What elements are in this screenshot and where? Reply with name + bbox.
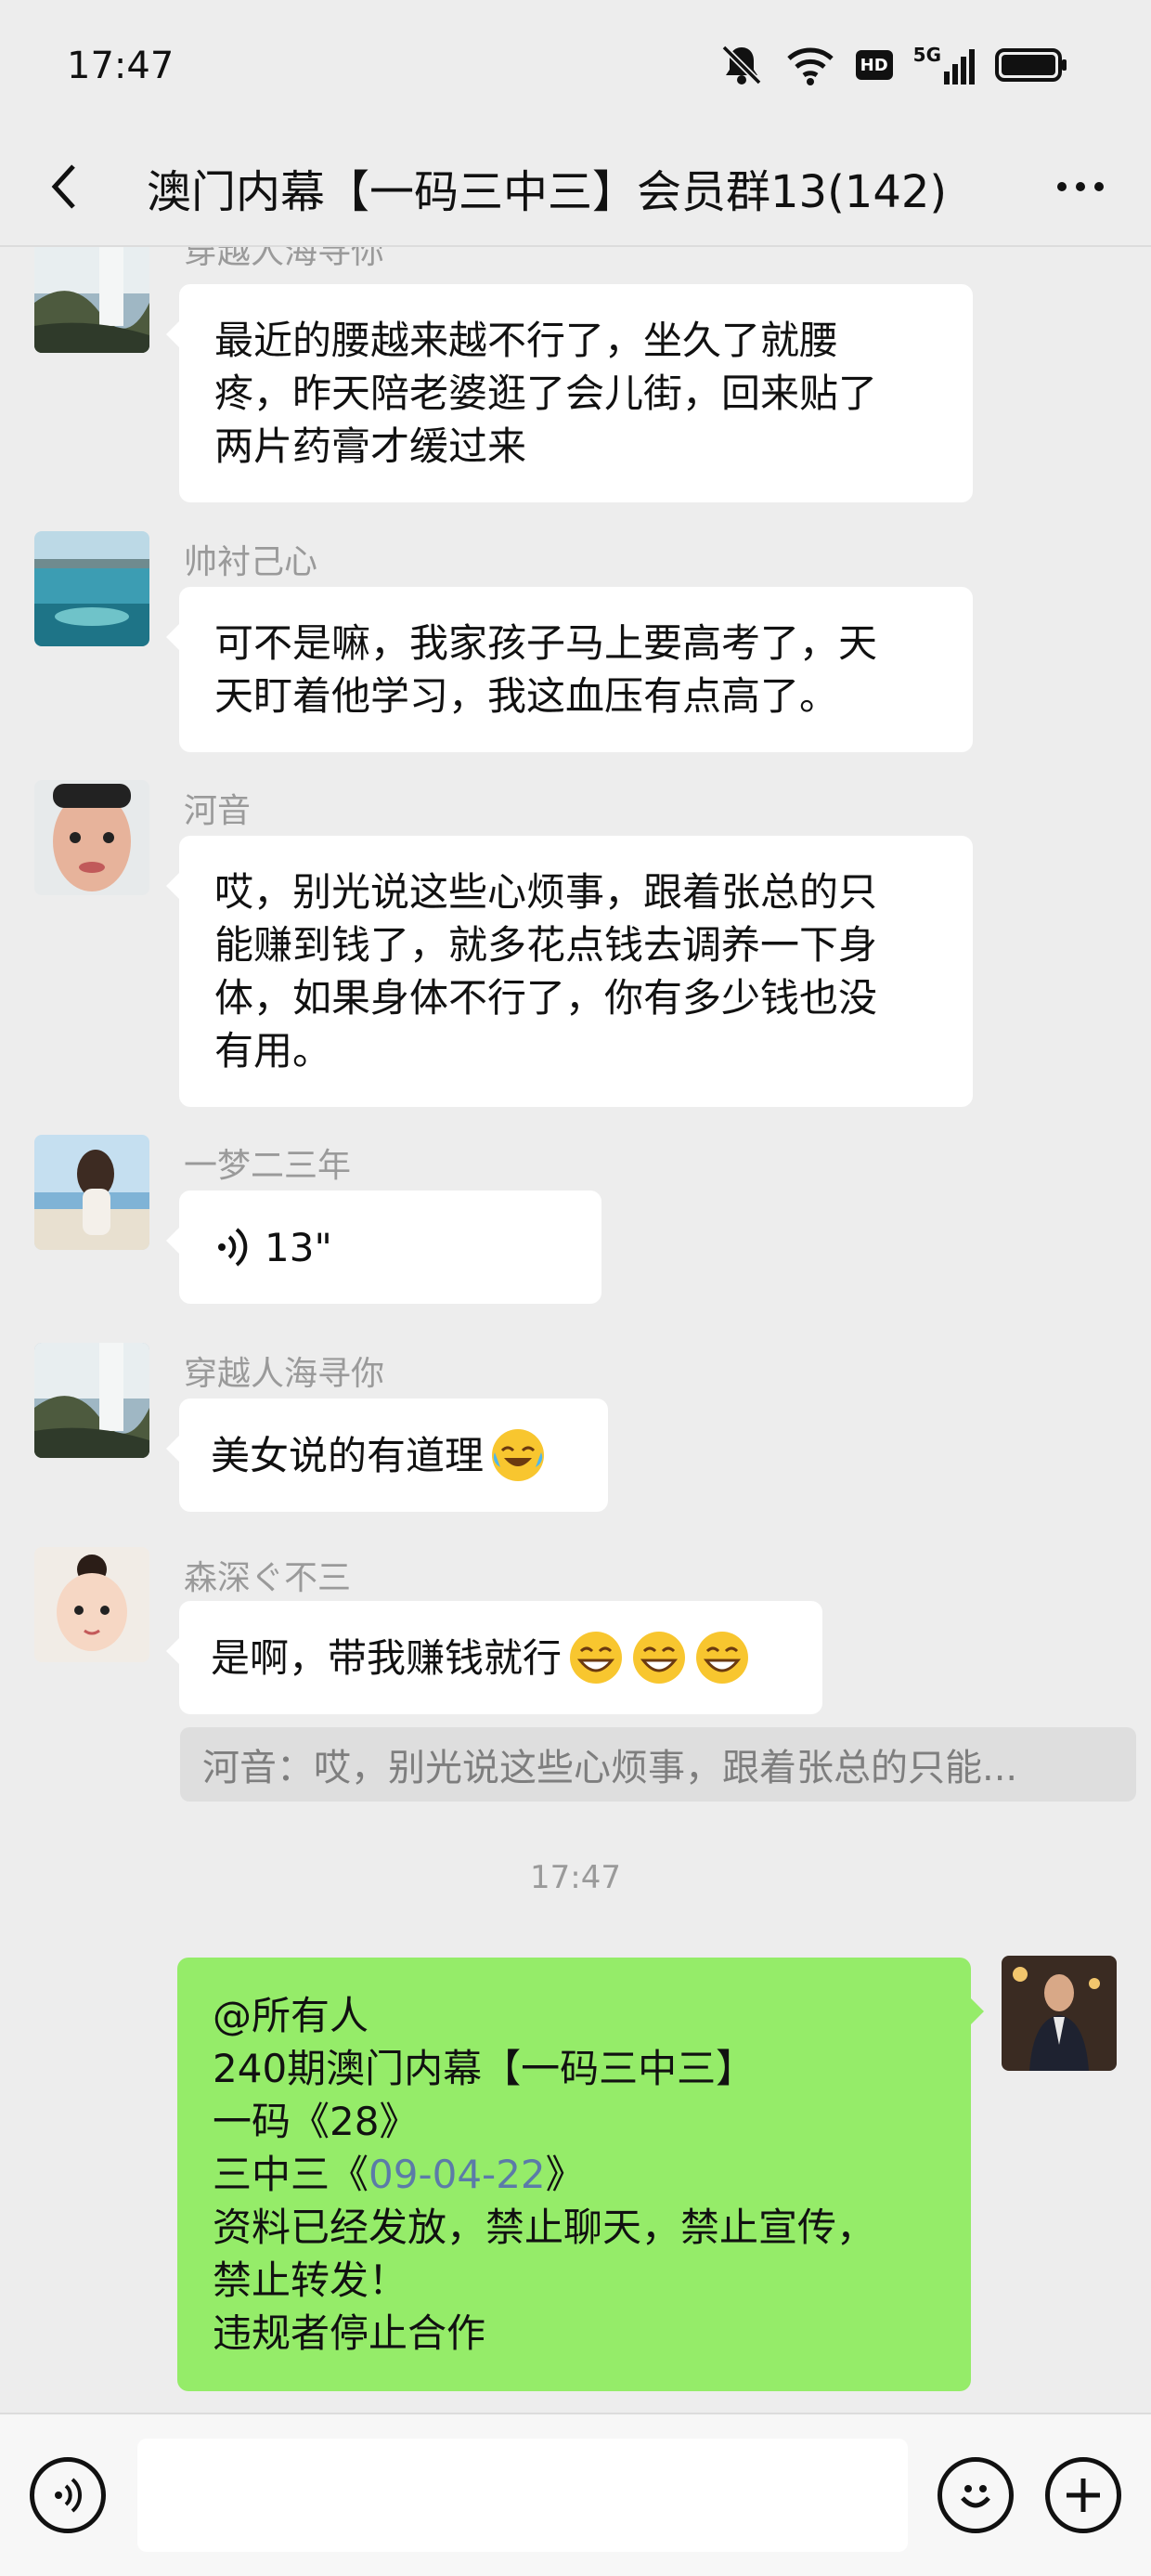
sender-name: 河音	[184, 792, 252, 830]
battery-icon	[995, 48, 1067, 82]
avatar[interactable]	[34, 1547, 149, 1662]
sender-name: 一梦二三年	[184, 1147, 352, 1185]
laughing-crying-emoji	[489, 1426, 547, 1484]
quoted-message[interactable]: 河音：哎，别光说这些心烦事，跟着张总的只能...	[180, 1727, 1136, 1802]
voice-icon	[55, 2478, 83, 2513]
more-dots-icon	[1057, 182, 1067, 191]
voice-input-button[interactable]	[30, 2457, 106, 2533]
chat-title: 澳门内幕【一码三中三】会员群13(142)	[147, 166, 948, 218]
mute-bell-icon	[721, 45, 762, 85]
message-bubble[interactable]: 最近的腰越来越不行了，坐久了就腰 疼，昨天陪老婆逛了会儿街，回来贴了 两片药膏才…	[166, 284, 973, 502]
voice-message-bubble[interactable]: 13"	[166, 1190, 601, 1304]
message-input[interactable]	[137, 2439, 908, 2552]
nav-bar: 澳门内幕【一码三中三】会员群13(142)	[0, 130, 1151, 247]
avatar[interactable]	[34, 247, 149, 353]
voice-duration: 13"	[265, 1224, 332, 1270]
hd-icon: HD	[855, 50, 893, 80]
avatar[interactable]	[34, 531, 149, 646]
5g-signal-icon: 5G	[913, 46, 975, 85]
back-button[interactable]	[32, 154, 97, 219]
message-bubble[interactable]: 哎，别光说这些心烦事，跟着张总的只 能赚到钱了，就多花点钱去调养一下身 体，如果…	[166, 836, 973, 1107]
more-button[interactable]	[1043, 154, 1118, 219]
my-message-bubble[interactable]: @所有人 240期澳门内幕【一码三中三】 一码《28》 三中三《09-04-22…	[177, 1958, 984, 2391]
message-list[interactable]: 穿越人海寻你 最近的腰越来越不行了，坐久了就腰 疼，昨天陪老婆逛了会儿街，回来贴…	[0, 247, 1151, 2413]
number-link[interactable]: 09-04-22	[369, 2152, 546, 2197]
emoji-button[interactable]	[938, 2457, 1014, 2533]
my-avatar[interactable]	[1002, 1956, 1117, 2071]
voice-wave-icon	[218, 1228, 248, 1267]
status-bar: 17:47 HD 5G	[0, 0, 1151, 130]
sender-name: 穿越人海寻你	[184, 247, 385, 271]
message-bubble[interactable]: 可不是嘛，我家孩子马上要高考了，天 天盯着他学习，我这血压有点高了。	[166, 587, 973, 752]
avatar[interactable]	[34, 780, 149, 895]
message-bubble[interactable]: 是啊，带我赚钱就行	[166, 1601, 822, 1714]
avatar[interactable]	[34, 1343, 149, 1458]
message-timestamp: 17:47	[530, 1859, 621, 1896]
input-bar	[0, 2413, 1151, 2576]
status-icons: HD 5G	[718, 39, 1069, 91]
chevron-left-icon	[51, 164, 75, 209]
plus-button[interactable]	[1045, 2457, 1121, 2533]
sender-name: 穿越人海寻你	[184, 1355, 385, 1393]
wifi-icon	[786, 47, 834, 85]
grinning-emoji	[693, 1629, 751, 1686]
sender-name: 森深ぐ不三	[184, 1559, 352, 1597]
smiley-icon	[961, 2485, 990, 2508]
avatar[interactable]	[34, 1135, 149, 1250]
sender-name: 帅衬己心	[184, 543, 318, 581]
message-bubble[interactable]: 美女说的有道理	[166, 1399, 608, 1512]
grinning-emoji	[567, 1629, 625, 1686]
status-time: 17:47	[67, 45, 175, 87]
grinning-emoji	[630, 1629, 688, 1686]
plus-icon	[1067, 2478, 1100, 2512]
